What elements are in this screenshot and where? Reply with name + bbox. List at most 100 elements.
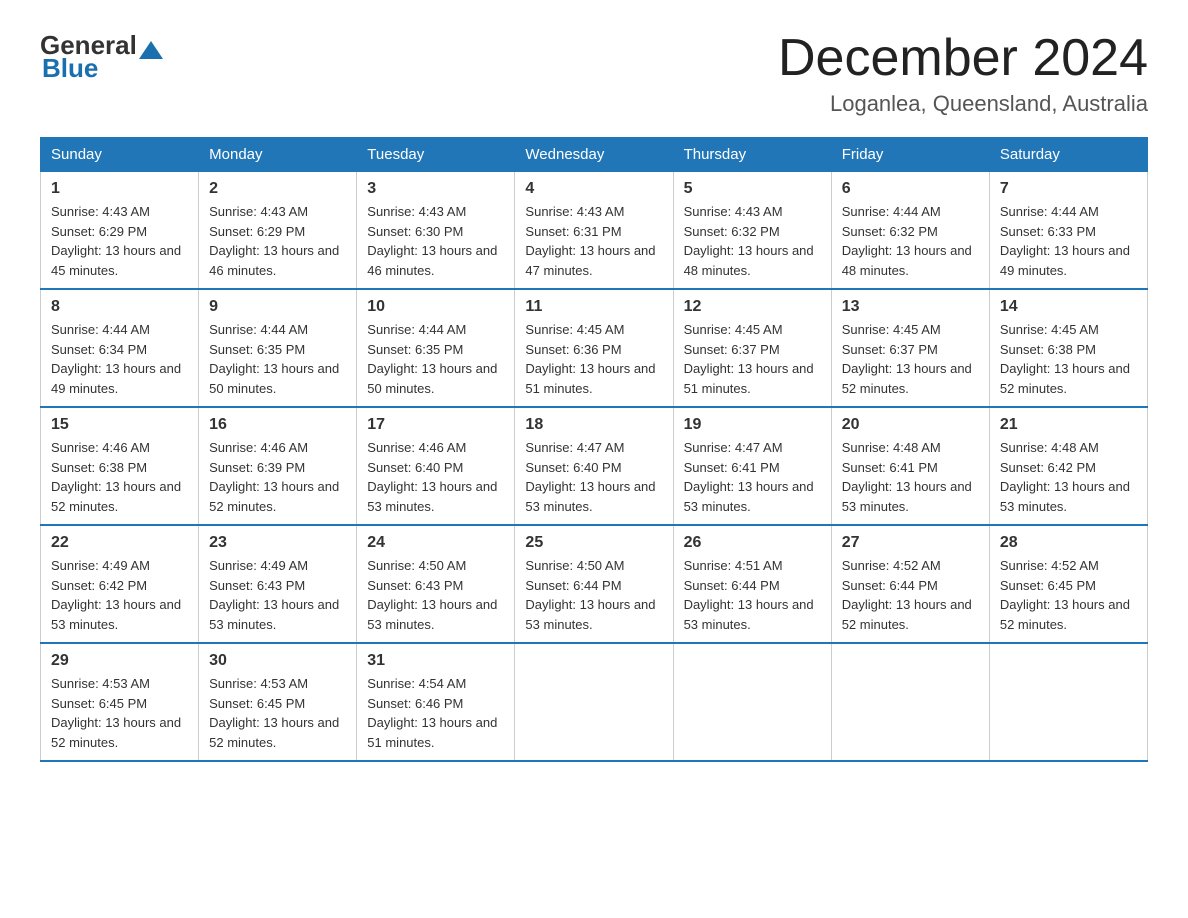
page-header: General Blue December 2024 Loganlea, Que… bbox=[40, 30, 1148, 117]
header-row: SundayMondayTuesdayWednesdayThursdayFrid… bbox=[41, 138, 1148, 172]
day-number: 5 bbox=[684, 180, 821, 198]
day-info: Sunrise: 4:43 AMSunset: 6:30 PMDaylight:… bbox=[367, 202, 504, 280]
calendar-cell bbox=[673, 643, 831, 761]
day-number: 9 bbox=[209, 298, 346, 316]
calendar-cell: 12 Sunrise: 4:45 AMSunset: 6:37 PMDayligh… bbox=[673, 289, 831, 407]
day-number: 23 bbox=[209, 534, 346, 552]
week-row: 15 Sunrise: 4:46 AMSunset: 6:38 PMDayligh… bbox=[41, 407, 1148, 525]
day-info: Sunrise: 4:43 AMSunset: 6:29 PMDaylight:… bbox=[209, 202, 346, 280]
calendar-cell: 18 Sunrise: 4:47 AMSunset: 6:40 PMDayligh… bbox=[515, 407, 673, 525]
day-info: Sunrise: 4:54 AMSunset: 6:46 PMDaylight:… bbox=[367, 674, 504, 752]
day-number: 2 bbox=[209, 180, 346, 198]
calendar-cell: 26Sunrise: 4:51 AMSunset: 6:44 PMDayligh… bbox=[673, 525, 831, 643]
day-info: Sunrise: 4:45 AMSunset: 6:36 PMDaylight:… bbox=[525, 320, 662, 398]
calendar-cell: 22Sunrise: 4:49 AMSunset: 6:42 PMDayligh… bbox=[41, 525, 199, 643]
day-number: 11 bbox=[525, 298, 662, 316]
calendar-cell: 8Sunrise: 4:44 AMSunset: 6:34 PMDaylight… bbox=[41, 289, 199, 407]
day-number: 3 bbox=[367, 180, 504, 198]
calendar-cell: 4Sunrise: 4:43 AMSunset: 6:31 PMDaylight… bbox=[515, 172, 673, 290]
calendar-cell: 2 Sunrise: 4:43 AMSunset: 6:29 PMDaylight… bbox=[199, 172, 357, 290]
calendar-cell bbox=[989, 643, 1147, 761]
day-info: Sunrise: 4:44 AMSunset: 6:33 PMDaylight:… bbox=[1000, 202, 1137, 280]
calendar-cell: 6 Sunrise: 4:44 AMSunset: 6:32 PMDaylight… bbox=[831, 172, 989, 290]
day-number: 6 bbox=[842, 180, 979, 198]
day-number: 31 bbox=[367, 652, 504, 670]
day-number: 13 bbox=[842, 298, 979, 316]
calendar-cell: 29 Sunrise: 4:53 AMSunset: 6:45 PMDayligh… bbox=[41, 643, 199, 761]
calendar-cell: 19 Sunrise: 4:47 AMSunset: 6:41 PMDayligh… bbox=[673, 407, 831, 525]
day-number: 12 bbox=[684, 298, 821, 316]
calendar-cell: 27Sunrise: 4:52 AMSunset: 6:44 PMDayligh… bbox=[831, 525, 989, 643]
calendar-cell: 31 Sunrise: 4:54 AMSunset: 6:46 PMDayligh… bbox=[357, 643, 515, 761]
week-row: 8Sunrise: 4:44 AMSunset: 6:34 PMDaylight… bbox=[41, 289, 1148, 407]
day-info: Sunrise: 4:44 AMSunset: 6:35 PMDaylight:… bbox=[367, 320, 504, 398]
day-number: 14 bbox=[1000, 298, 1137, 316]
day-info: Sunrise: 4:53 AMSunset: 6:45 PMDaylight:… bbox=[51, 674, 188, 752]
day-info: Sunrise: 4:46 AMSunset: 6:38 PMDaylight:… bbox=[51, 438, 188, 516]
calendar-cell: 25 Sunrise: 4:50 AMSunset: 6:44 PMDayligh… bbox=[515, 525, 673, 643]
day-number: 17 bbox=[367, 416, 504, 434]
header-cell-thursday: Thursday bbox=[673, 138, 831, 172]
day-number: 16 bbox=[209, 416, 346, 434]
day-number: 25 bbox=[525, 534, 662, 552]
location-title: Loganlea, Queensland, Australia bbox=[778, 91, 1148, 117]
day-info: Sunrise: 4:50 AMSunset: 6:43 PMDaylight:… bbox=[367, 556, 504, 634]
day-info: Sunrise: 4:49 AMSunset: 6:43 PMDaylight:… bbox=[209, 556, 346, 634]
title-area: December 2024 Loganlea, Queensland, Aust… bbox=[778, 30, 1148, 117]
calendar-cell: 24Sunrise: 4:50 AMSunset: 6:43 PMDayligh… bbox=[357, 525, 515, 643]
day-number: 20 bbox=[842, 416, 979, 434]
calendar-cell: 10 Sunrise: 4:44 AMSunset: 6:35 PMDayligh… bbox=[357, 289, 515, 407]
day-info: Sunrise: 4:46 AMSunset: 6:40 PMDaylight:… bbox=[367, 438, 504, 516]
logo-blue-text: Blue bbox=[42, 53, 98, 84]
day-info: Sunrise: 4:43 AMSunset: 6:31 PMDaylight:… bbox=[525, 202, 662, 280]
calendar-cell bbox=[831, 643, 989, 761]
calendar-cell: 17 Sunrise: 4:46 AMSunset: 6:40 PMDayligh… bbox=[357, 407, 515, 525]
header-cell-sunday: Sunday bbox=[41, 138, 199, 172]
header-cell-saturday: Saturday bbox=[989, 138, 1147, 172]
day-info: Sunrise: 4:44 AMSunset: 6:32 PMDaylight:… bbox=[842, 202, 979, 280]
calendar-cell: 21 Sunrise: 4:48 AMSunset: 6:42 PMDayligh… bbox=[989, 407, 1147, 525]
calendar-cell: 30 Sunrise: 4:53 AMSunset: 6:45 PMDayligh… bbox=[199, 643, 357, 761]
day-info: Sunrise: 4:53 AMSunset: 6:45 PMDaylight:… bbox=[209, 674, 346, 752]
day-info: Sunrise: 4:47 AMSunset: 6:41 PMDaylight:… bbox=[684, 438, 821, 516]
header-cell-tuesday: Tuesday bbox=[357, 138, 515, 172]
calendar-cell: 16Sunrise: 4:46 AMSunset: 6:39 PMDayligh… bbox=[199, 407, 357, 525]
week-row: 29 Sunrise: 4:53 AMSunset: 6:45 PMDayligh… bbox=[41, 643, 1148, 761]
calendar-header: SundayMondayTuesdayWednesdayThursdayFrid… bbox=[41, 138, 1148, 172]
day-number: 21 bbox=[1000, 416, 1137, 434]
day-number: 10 bbox=[367, 298, 504, 316]
week-row: 22Sunrise: 4:49 AMSunset: 6:42 PMDayligh… bbox=[41, 525, 1148, 643]
calendar-cell: 7 Sunrise: 4:44 AMSunset: 6:33 PMDaylight… bbox=[989, 172, 1147, 290]
day-info: Sunrise: 4:43 AMSunset: 6:29 PMDaylight:… bbox=[51, 202, 188, 280]
header-cell-wednesday: Wednesday bbox=[515, 138, 673, 172]
day-info: Sunrise: 4:49 AMSunset: 6:42 PMDaylight:… bbox=[51, 556, 188, 634]
calendar-cell: 15 Sunrise: 4:46 AMSunset: 6:38 PMDayligh… bbox=[41, 407, 199, 525]
month-title: December 2024 bbox=[778, 30, 1148, 87]
day-info: Sunrise: 4:52 AMSunset: 6:45 PMDaylight:… bbox=[1000, 556, 1137, 634]
day-number: 29 bbox=[51, 652, 188, 670]
day-number: 18 bbox=[525, 416, 662, 434]
day-info: Sunrise: 4:50 AMSunset: 6:44 PMDaylight:… bbox=[525, 556, 662, 634]
day-info: Sunrise: 4:45 AMSunset: 6:37 PMDaylight:… bbox=[842, 320, 979, 398]
calendar-cell: 20Sunrise: 4:48 AMSunset: 6:41 PMDayligh… bbox=[831, 407, 989, 525]
calendar-cell: 1Sunrise: 4:43 AMSunset: 6:29 PMDaylight… bbox=[41, 172, 199, 290]
header-cell-friday: Friday bbox=[831, 138, 989, 172]
week-row: 1Sunrise: 4:43 AMSunset: 6:29 PMDaylight… bbox=[41, 172, 1148, 290]
calendar-cell: 3 Sunrise: 4:43 AMSunset: 6:30 PMDaylight… bbox=[357, 172, 515, 290]
day-number: 19 bbox=[684, 416, 821, 434]
day-info: Sunrise: 4:45 AMSunset: 6:37 PMDaylight:… bbox=[684, 320, 821, 398]
day-info: Sunrise: 4:47 AMSunset: 6:40 PMDaylight:… bbox=[525, 438, 662, 516]
day-info: Sunrise: 4:48 AMSunset: 6:42 PMDaylight:… bbox=[1000, 438, 1137, 516]
calendar-body: 1Sunrise: 4:43 AMSunset: 6:29 PMDaylight… bbox=[41, 172, 1148, 762]
calendar-table: SundayMondayTuesdayWednesdayThursdayFrid… bbox=[40, 137, 1148, 762]
header-cell-monday: Monday bbox=[199, 138, 357, 172]
day-info: Sunrise: 4:52 AMSunset: 6:44 PMDaylight:… bbox=[842, 556, 979, 634]
calendar-cell: 14Sunrise: 4:45 AMSunset: 6:38 PMDayligh… bbox=[989, 289, 1147, 407]
day-number: 30 bbox=[209, 652, 346, 670]
day-number: 28 bbox=[1000, 534, 1137, 552]
calendar-cell: 9Sunrise: 4:44 AMSunset: 6:35 PMDaylight… bbox=[199, 289, 357, 407]
logo: General Blue bbox=[40, 30, 163, 84]
day-number: 15 bbox=[51, 416, 188, 434]
calendar-cell: 13 Sunrise: 4:45 AMSunset: 6:37 PMDayligh… bbox=[831, 289, 989, 407]
day-number: 7 bbox=[1000, 180, 1137, 198]
